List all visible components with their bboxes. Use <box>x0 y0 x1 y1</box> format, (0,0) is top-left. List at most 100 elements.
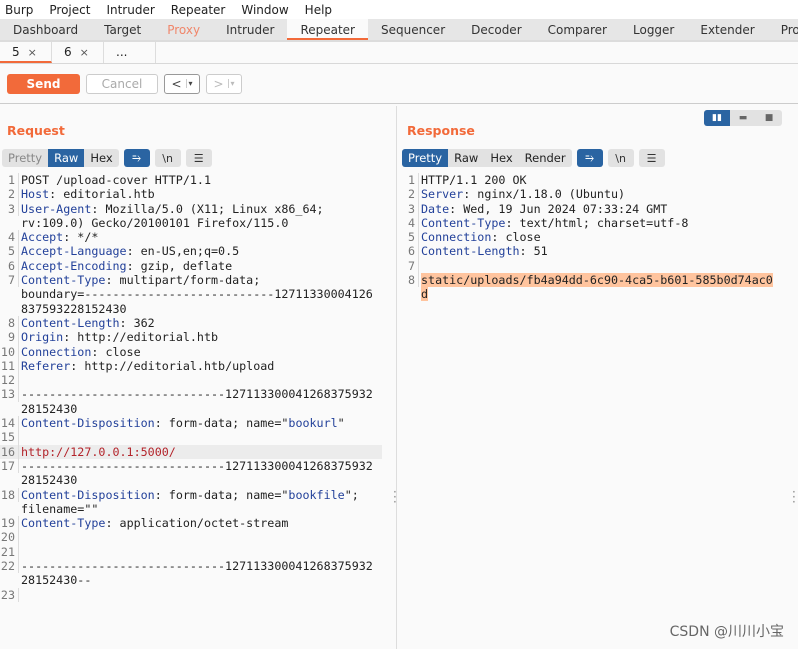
wrap-lines-icon[interactable]: ⥱ <box>576 149 603 167</box>
editor-line: 7 <box>400 258 782 274</box>
close-icon[interactable]: × <box>80 46 89 59</box>
line-number: 19 <box>0 516 19 531</box>
line-text: : editorial.htb <box>49 187 155 202</box>
view-hex[interactable]: Hex <box>84 149 118 167</box>
line-number: 21 <box>0 544 19 560</box>
drag-handle-icon[interactable]: · · · <box>393 486 397 508</box>
editor-line: 9 Origin: http://editorial.htb <box>0 330 382 345</box>
line-number: 1 <box>0 173 19 188</box>
tab-logger[interactable]: Logger <box>620 19 687 40</box>
split-vertical-icon[interactable]: ▬ <box>730 110 756 126</box>
wrap-lines-icon[interactable]: ⥱ <box>123 149 150 167</box>
menu-burp[interactable]: Burp <box>5 3 33 17</box>
editor-line: 8 Content-Length: 362 <box>0 315 382 331</box>
tab-comparer[interactable]: Comparer <box>535 19 620 40</box>
editor-line: 18 Content-Disposition: form-data; name="… <box>0 487 382 502</box>
line-number: 14 <box>0 416 19 431</box>
view-pretty[interactable]: Pretty <box>2 149 48 167</box>
editor-line: 2 Host: editorial.htb <box>0 187 382 202</box>
view-raw[interactable]: Raw <box>48 149 85 167</box>
response-editor[interactable]: 1 HTTP/1.1 200 OK 2 Server: nginx/1.18.0 (U… <box>400 173 782 302</box>
tab-sequencer[interactable]: Sequencer <box>368 19 458 40</box>
line-text: "; <box>344 487 359 502</box>
tab-dashboard[interactable]: Dashboard <box>0 19 91 40</box>
split-horizontal-icon[interactable]: ▮▮ <box>704 110 730 126</box>
tab-label: ... <box>116 45 128 59</box>
chevron-down-icon[interactable]: ▾ <box>227 79 235 88</box>
line-text: 28152430 <box>21 473 78 488</box>
line-number: 23 <box>0 587 19 602</box>
tab-extender[interactable]: Extender <box>687 19 767 40</box>
drag-handle-icon[interactable]: · · · <box>792 486 796 508</box>
tab-intruder[interactable]: Intruder <box>213 19 287 40</box>
menu-window[interactable]: Window <box>241 3 288 17</box>
repeater-tab[interactable]: 5 × <box>0 42 52 63</box>
tabs-icon[interactable]: ■ <box>756 110 782 126</box>
back-button[interactable]: < ▾ <box>164 73 200 94</box>
line-text: rv:109.0) Gecko/20100101 Firefox/115.0 <box>21 215 289 230</box>
tab-repeater[interactable]: Repeater <box>287 19 368 40</box>
line-text: : form-data; name=" <box>154 416 289 431</box>
tab-label: 6 <box>64 45 72 59</box>
tab-project-o[interactable]: Project o <box>768 19 798 40</box>
line-number: 2 <box>0 187 19 202</box>
request-title: Request <box>7 123 65 138</box>
newline-icon[interactable]: \n <box>154 149 181 167</box>
header-name: Host <box>21 187 50 202</box>
tab-target[interactable]: Target <box>91 19 154 40</box>
close-icon[interactable]: × <box>28 46 37 59</box>
editor-line: 14 Content-Disposition: form-data; name="… <box>0 416 382 431</box>
menu-project[interactable]: Project <box>49 3 90 17</box>
editor-line: 5 Accept-Language: en-US,en;q=0.5 <box>0 244 382 259</box>
line-number: 8 <box>400 273 419 288</box>
send-button[interactable]: Send <box>7 73 80 94</box>
line-text: : gzip, deflate <box>126 258 233 273</box>
editor-line: 11 Referer: http://editorial.htb/upload <box>0 358 382 374</box>
newline-icon[interactable]: \n <box>607 149 634 167</box>
repeater-tab[interactable]: 6 × <box>52 42 104 63</box>
header-name: User-Agent <box>21 201 92 216</box>
line-text: : nginx/1.18.0 (Ubuntu) <box>463 187 626 202</box>
header-name: Server <box>421 187 464 202</box>
line-text: http://127.0.0.1:5000/ <box>21 444 176 459</box>
view-pretty[interactable]: Pretty <box>402 149 449 167</box>
cancel-button[interactable]: Cancel <box>86 73 158 94</box>
tab-proxy[interactable]: Proxy <box>154 19 213 40</box>
menu-help[interactable]: Help <box>305 3 332 17</box>
editor-line: 5 Connection: close <box>400 230 782 245</box>
line-number: 9 <box>0 330 19 345</box>
menu-repeater[interactable]: Repeater <box>171 3 226 17</box>
editor-line: 4 Accept: */* <box>0 230 382 245</box>
editor-line: 17 -----------------------------127113300… <box>0 458 382 474</box>
header-name: Connection <box>421 230 492 245</box>
header-name: Content-Type <box>21 273 106 288</box>
forward-button[interactable]: > ▾ <box>206 73 242 94</box>
view-hex[interactable]: Hex <box>484 149 518 167</box>
editor-line: 7 Content-Type: multipart/form-data; <box>0 273 382 288</box>
line-number: 4 <box>400 215 419 231</box>
line-text: : 51 <box>519 244 548 259</box>
view-mode-selector: Pretty Raw Hex <box>2 149 119 167</box>
editor-line: 21 <box>0 544 382 560</box>
pane-divider[interactable] <box>396 106 397 649</box>
header-name: Accept-Encoding <box>21 258 127 273</box>
view-raw[interactable]: Raw <box>448 149 484 167</box>
menu-intruder[interactable]: Intruder <box>106 3 154 17</box>
line-number: 15 <box>0 430 19 445</box>
request-pane: Request Pretty Raw Hex ⥱ \n ☰ 1 POST /upload-c… <box>0 106 396 649</box>
header-name: Content-Type <box>421 215 506 230</box>
forward-arrow-icon: > <box>213 76 224 91</box>
menu-icon[interactable]: ☰ <box>638 149 665 167</box>
repeater-tab[interactable]: ... <box>104 42 156 63</box>
tab-decoder[interactable]: Decoder <box>458 19 535 40</box>
view-render[interactable]: Render <box>519 149 572 167</box>
chevron-down-icon[interactable]: ▾ <box>185 79 193 88</box>
editor-line: 6 Accept-Encoding: gzip, deflate <box>0 258 382 274</box>
editor-line: 1 HTTP/1.1 200 OK <box>400 173 782 188</box>
line-number: 1 <box>400 173 419 188</box>
request-editor[interactable]: 1 POST /upload-cover HTTP/1.1 2 Host: edito… <box>0 173 382 602</box>
menu-icon[interactable]: ☰ <box>185 149 212 167</box>
header-name: Date <box>421 201 450 216</box>
line-text: : multipart/form-data; <box>105 273 261 288</box>
editor-line: filename="" <box>0 502 382 516</box>
